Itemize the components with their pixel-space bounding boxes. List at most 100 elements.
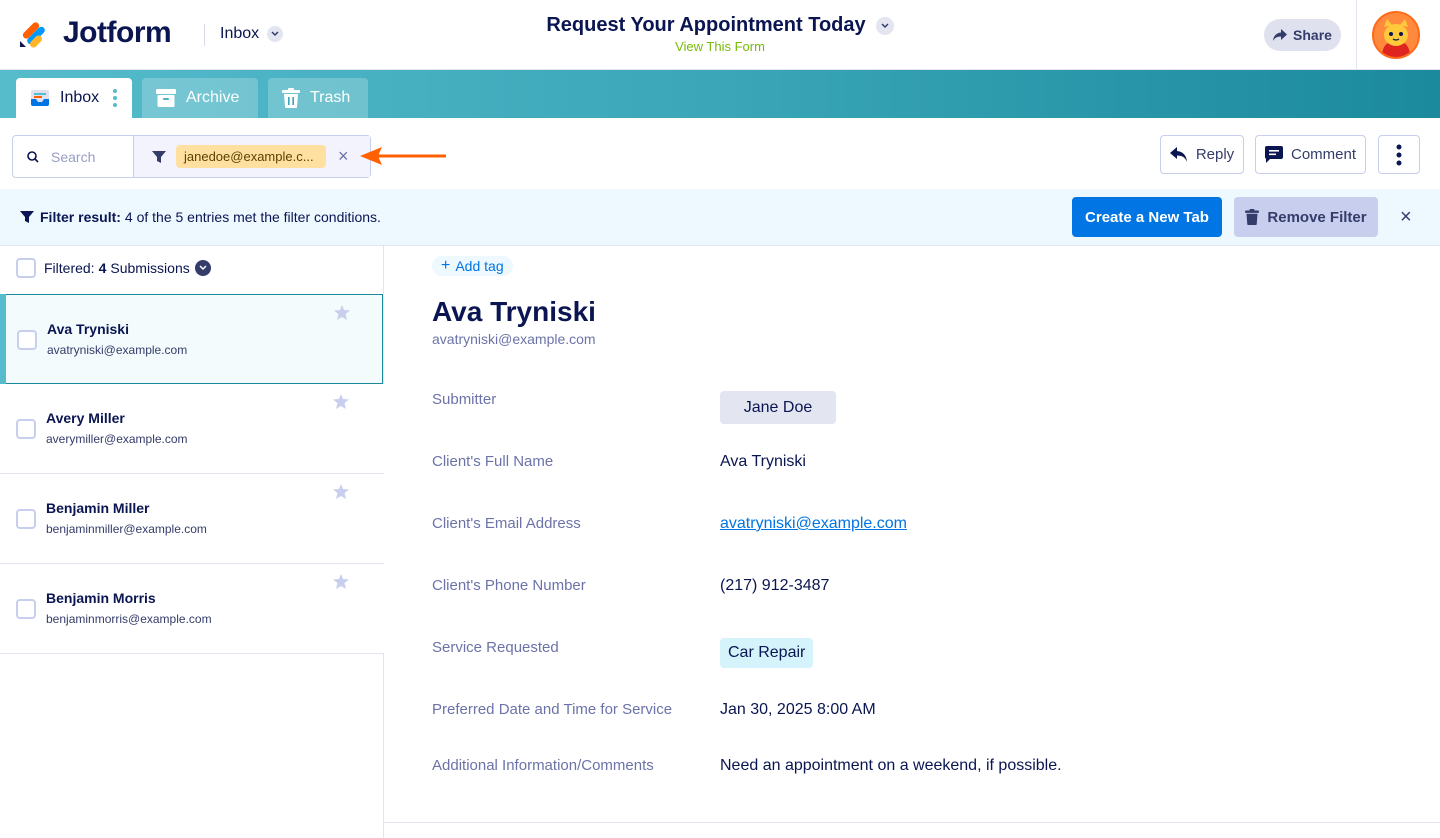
list-item[interactable]: Benjamin Morris benjaminmorris@example.c…: [0, 564, 384, 654]
share-label: Share: [1293, 27, 1332, 43]
submissions-label: Submissions: [110, 260, 190, 276]
trash-icon: [282, 88, 300, 108]
submission-name: Benjamin Miller: [46, 500, 150, 516]
archive-icon: [156, 89, 176, 107]
chevron-down-icon: [875, 16, 894, 35]
star-icon[interactable]: [333, 574, 349, 589]
filter-result-banner: Filter result: 4 of the 5 entries met th…: [0, 189, 1440, 246]
field-label: Submitter: [432, 391, 497, 408]
filter-icon: [20, 211, 34, 223]
row-checkbox[interactable]: [16, 419, 36, 439]
submitter-badge: Jane Doe: [720, 391, 836, 424]
list-item[interactable]: Benjamin Miller benjaminmiller@example.c…: [0, 474, 384, 564]
list-item[interactable]: Ava Tryniski avatryniski@example.com: [0, 294, 383, 384]
clear-filter-icon[interactable]: ×: [338, 146, 349, 167]
tab-trash-label: Trash: [310, 89, 351, 106]
chevron-down-icon[interactable]: [194, 260, 211, 276]
row-checkbox[interactable]: [16, 599, 36, 619]
close-banner-icon[interactable]: ×: [1400, 206, 1412, 229]
inbox-icon: [30, 88, 50, 108]
filter-result-summary: 4 of the 5 entries met the filter condit…: [124, 209, 381, 225]
divider: [204, 24, 205, 46]
field-label: Client's Full Name: [432, 453, 554, 470]
active-filter-area: janedoe@example.c... ×: [134, 136, 370, 177]
comment-button[interactable]: Comment: [1255, 135, 1366, 174]
row-checkbox[interactable]: [16, 509, 36, 529]
tab-trash[interactable]: Trash: [268, 78, 368, 118]
jotform-logo-icon: [18, 17, 50, 49]
more-vertical-icon: [1396, 144, 1402, 165]
reply-button[interactable]: Reply: [1160, 135, 1244, 174]
email-link[interactable]: avatryniski@example.com: [720, 515, 907, 533]
form-title: Request Your Appointment Today: [546, 14, 866, 36]
field-label: Additional Information/Comments: [432, 757, 654, 774]
field-label: Preferred Date and Time for Service: [432, 701, 673, 718]
brand-name: Jotform: [63, 16, 172, 49]
reply-label: Reply: [1195, 146, 1235, 163]
submission-email: benjaminmiller@example.com: [46, 522, 207, 536]
submission-email: avatryniski@example.com: [47, 343, 188, 357]
tab-inbox[interactable]: Inbox: [16, 78, 132, 118]
star-icon[interactable]: [333, 484, 349, 499]
submission-email: benjaminmorris@example.com: [46, 612, 212, 626]
row-checkbox[interactable]: [17, 330, 37, 350]
remove-filter-label: Remove Filter: [1267, 208, 1367, 226]
field-value: (217) 912-3487: [720, 577, 830, 594]
reply-icon: [1169, 146, 1187, 162]
form-title-dropdown[interactable]: Request Your Appointment Today: [546, 14, 894, 37]
field-value: Jan 30, 2025 8:00 AM: [720, 701, 876, 718]
field-label: Client's Email Address: [432, 515, 581, 532]
add-tag-button[interactable]: + Add tag: [432, 256, 513, 276]
view-form-link[interactable]: View This Form: [520, 39, 920, 54]
field-label: Service Requested: [432, 639, 559, 656]
star-icon[interactable]: [334, 305, 350, 320]
chevron-down-icon: [267, 26, 284, 42]
more-options-button[interactable]: [1378, 135, 1420, 174]
search-input[interactable]: [51, 148, 121, 165]
filter-chip[interactable]: janedoe@example.c...: [176, 145, 326, 168]
star-icon[interactable]: [333, 394, 349, 409]
form-title-area: Request Your Appointment Today View This…: [520, 14, 920, 54]
filtered-label: Filtered:: [44, 260, 95, 276]
more-vertical-icon[interactable]: [113, 89, 118, 107]
tab-bar: Inbox Archive Trash: [0, 70, 1440, 118]
plus-icon: +: [441, 257, 451, 274]
comment-icon: [1264, 146, 1283, 163]
search-icon: [27, 150, 39, 163]
top-bar: Jotform Inbox Request Your Appointment T…: [0, 0, 1440, 70]
filter-result-label: Filter result:: [40, 209, 121, 225]
select-all-checkbox[interactable]: [16, 258, 36, 278]
tab-inbox-label: Inbox: [60, 89, 100, 106]
filtered-count: 4: [98, 260, 107, 276]
submission-email: averymiller@example.com: [46, 432, 188, 446]
search-area: [13, 136, 134, 177]
jotform-logo[interactable]: Jotform: [18, 16, 172, 50]
share-button[interactable]: Share: [1264, 19, 1341, 51]
list-item[interactable]: Avery Miller averymiller@example.com: [0, 384, 384, 474]
submission-title: Ava Tryniski: [432, 296, 596, 327]
submission-subtitle-email: avatryniski@example.com: [432, 331, 596, 347]
remove-filter-button[interactable]: Remove Filter: [1234, 197, 1378, 237]
field-value: Ava Tryniski: [720, 453, 806, 470]
trash-icon: [1245, 209, 1260, 225]
divider: [384, 822, 1440, 823]
inbox-dropdown[interactable]: Inbox: [220, 25, 284, 43]
user-avatar[interactable]: [1372, 11, 1420, 59]
inbox-dropdown-label: Inbox: [220, 25, 260, 42]
filter-result-text: Filter result: 4 of the 5 entries met th…: [20, 209, 381, 225]
service-badge: Car Repair: [720, 638, 814, 668]
create-new-tab-button[interactable]: Create a New Tab: [1072, 197, 1222, 237]
submissions-list: Filtered: 4 Submissions Ava Tryniski ava…: [0, 246, 384, 838]
submission-name: Avery Miller: [46, 410, 125, 426]
list-header: Filtered: 4 Submissions: [16, 258, 211, 278]
tab-archive[interactable]: Archive: [142, 78, 258, 118]
submission-name: Ava Tryniski: [47, 321, 129, 337]
field-label: Client's Phone Number: [432, 577, 586, 594]
add-tag-label: Add tag: [455, 258, 504, 274]
search-filter-box: janedoe@example.c... ×: [12, 135, 371, 178]
comment-label: Comment: [1290, 146, 1357, 163]
divider: [1356, 0, 1357, 70]
submission-name: Benjamin Morris: [46, 590, 156, 606]
field-value: Need an appointment on a weekend, if pos…: [720, 757, 1062, 774]
tab-archive-label: Archive: [186, 89, 240, 106]
